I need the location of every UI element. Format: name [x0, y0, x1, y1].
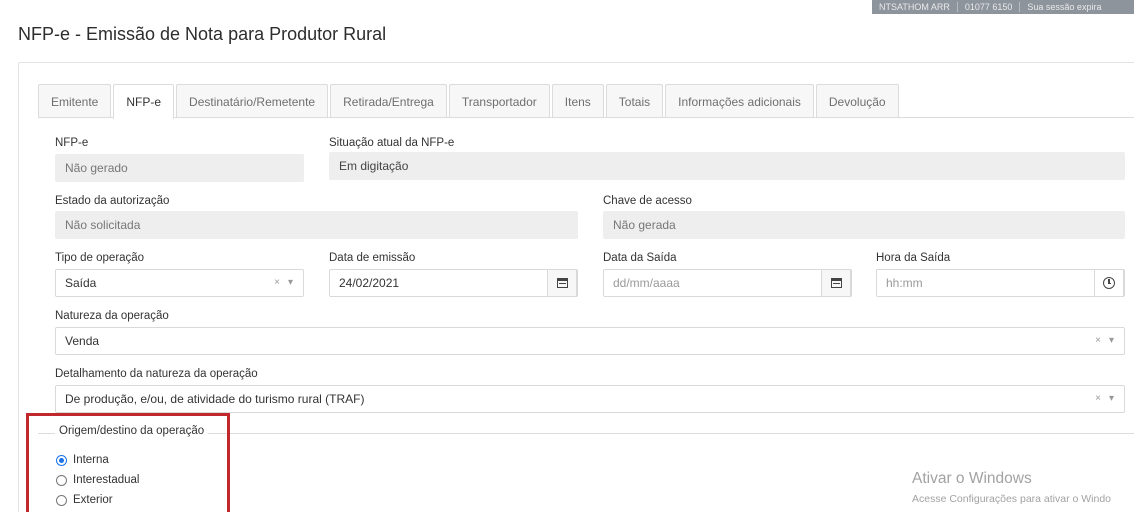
data-emissao-value: 24/02/2021	[339, 276, 400, 290]
data-saida-calendar-button[interactable]	[821, 269, 851, 297]
windows-activation-subtitle: Acesse Configurações para ativar o Windo	[912, 493, 1112, 505]
estado-autorizacao-field: Não solicitada	[55, 211, 578, 239]
windows-activation-title: Ativar o Windows	[912, 470, 1032, 487]
tab-itens[interactable]: Itens	[551, 84, 604, 118]
calendar-icon	[556, 278, 568, 288]
tab-underline	[38, 117, 1134, 118]
session-strip: NTSATHOM ARR 01077 6150 Sua sessão expir…	[872, 0, 1134, 14]
data-emissao-calendar-button[interactable]	[547, 269, 577, 297]
clear-icon[interactable]: ×	[274, 277, 280, 288]
data-saida-placeholder: dd/mm/aaaa	[613, 276, 680, 290]
nfpe-field: Não gerado	[55, 154, 304, 182]
tab-transportador[interactable]: Transportador	[448, 84, 550, 118]
session-timer: Sua sessão expira	[1027, 2, 1102, 12]
clear-icon[interactable]: ×	[1095, 335, 1101, 346]
clear-icon[interactable]: ×	[1095, 393, 1101, 404]
chave-acesso-field: Não gerada	[603, 211, 1125, 239]
situacao-label: Situação atual da NFP-e	[329, 137, 455, 149]
chave-acesso-label: Chave de acesso	[603, 195, 692, 207]
situacao-field: Em digitação	[329, 152, 1125, 180]
estado-autorizacao-label: Estado da autorização	[55, 195, 170, 207]
tab-bar: Emitente NFP-e Destinatário/Remetente Re…	[38, 84, 901, 119]
detalhamento-value: De produção, e/ou, de atividade do turis…	[65, 392, 365, 406]
chevron-down-icon[interactable]: ▾	[1109, 393, 1114, 404]
natureza-operacao-value: Venda	[65, 334, 100, 348]
tab-devolucao[interactable]: Devolução	[815, 84, 899, 118]
hora-saida-clock-button[interactable]	[1094, 269, 1124, 297]
calendar-icon	[830, 278, 842, 288]
detalhamento-select[interactable]: De produção, e/ou, de atividade do turis…	[55, 385, 1125, 413]
tipo-operacao-select[interactable]: Saída × ▾	[55, 269, 304, 297]
natureza-operacao-select[interactable]: Venda × ▾	[55, 327, 1125, 355]
tab-emitente[interactable]: Emitente	[38, 84, 112, 118]
user-code: 01077 6150	[964, 2, 1013, 12]
hora-saida-input[interactable]: hh:mm	[876, 269, 1125, 297]
chevron-down-icon[interactable]: ▾	[1109, 335, 1114, 346]
page-title: NFP-e - Emissão de Nota para Produtor Ru…	[18, 24, 387, 44]
data-saida-label: Data da Saída	[603, 252, 677, 264]
clock-icon	[1103, 277, 1115, 289]
tab-nfpe[interactable]: NFP-e	[113, 84, 175, 119]
tipo-operacao-value: Saída	[65, 276, 97, 290]
natureza-operacao-label: Natureza da operação	[55, 310, 169, 322]
tab-informacoes-adicionais[interactable]: Informações adicionais	[665, 84, 814, 118]
data-emissao-label: Data de emissão	[329, 252, 416, 264]
tab-totais[interactable]: Totais	[605, 84, 664, 118]
chevron-down-icon[interactable]: ▾	[288, 277, 293, 288]
nfpe-label: NFP-e	[55, 137, 89, 149]
hora-saida-label: Hora da Saída	[876, 252, 951, 264]
hora-saida-placeholder: hh:mm	[886, 276, 923, 290]
detalhamento-label: Detalhamento da natureza da operação	[55, 368, 258, 380]
tipo-operacao-label: Tipo de operação	[55, 252, 145, 264]
data-saida-input[interactable]: dd/mm/aaaa	[603, 269, 852, 297]
tab-destinatario-remetente[interactable]: Destinatário/Remetente	[176, 84, 329, 118]
data-emissao-input[interactable]: 24/02/2021	[329, 269, 578, 297]
user-name: NTSATHOM ARR	[879, 2, 950, 12]
annotation-highlight-box	[26, 413, 230, 512]
tab-retirada-entrega[interactable]: Retirada/Entrega	[330, 84, 447, 118]
